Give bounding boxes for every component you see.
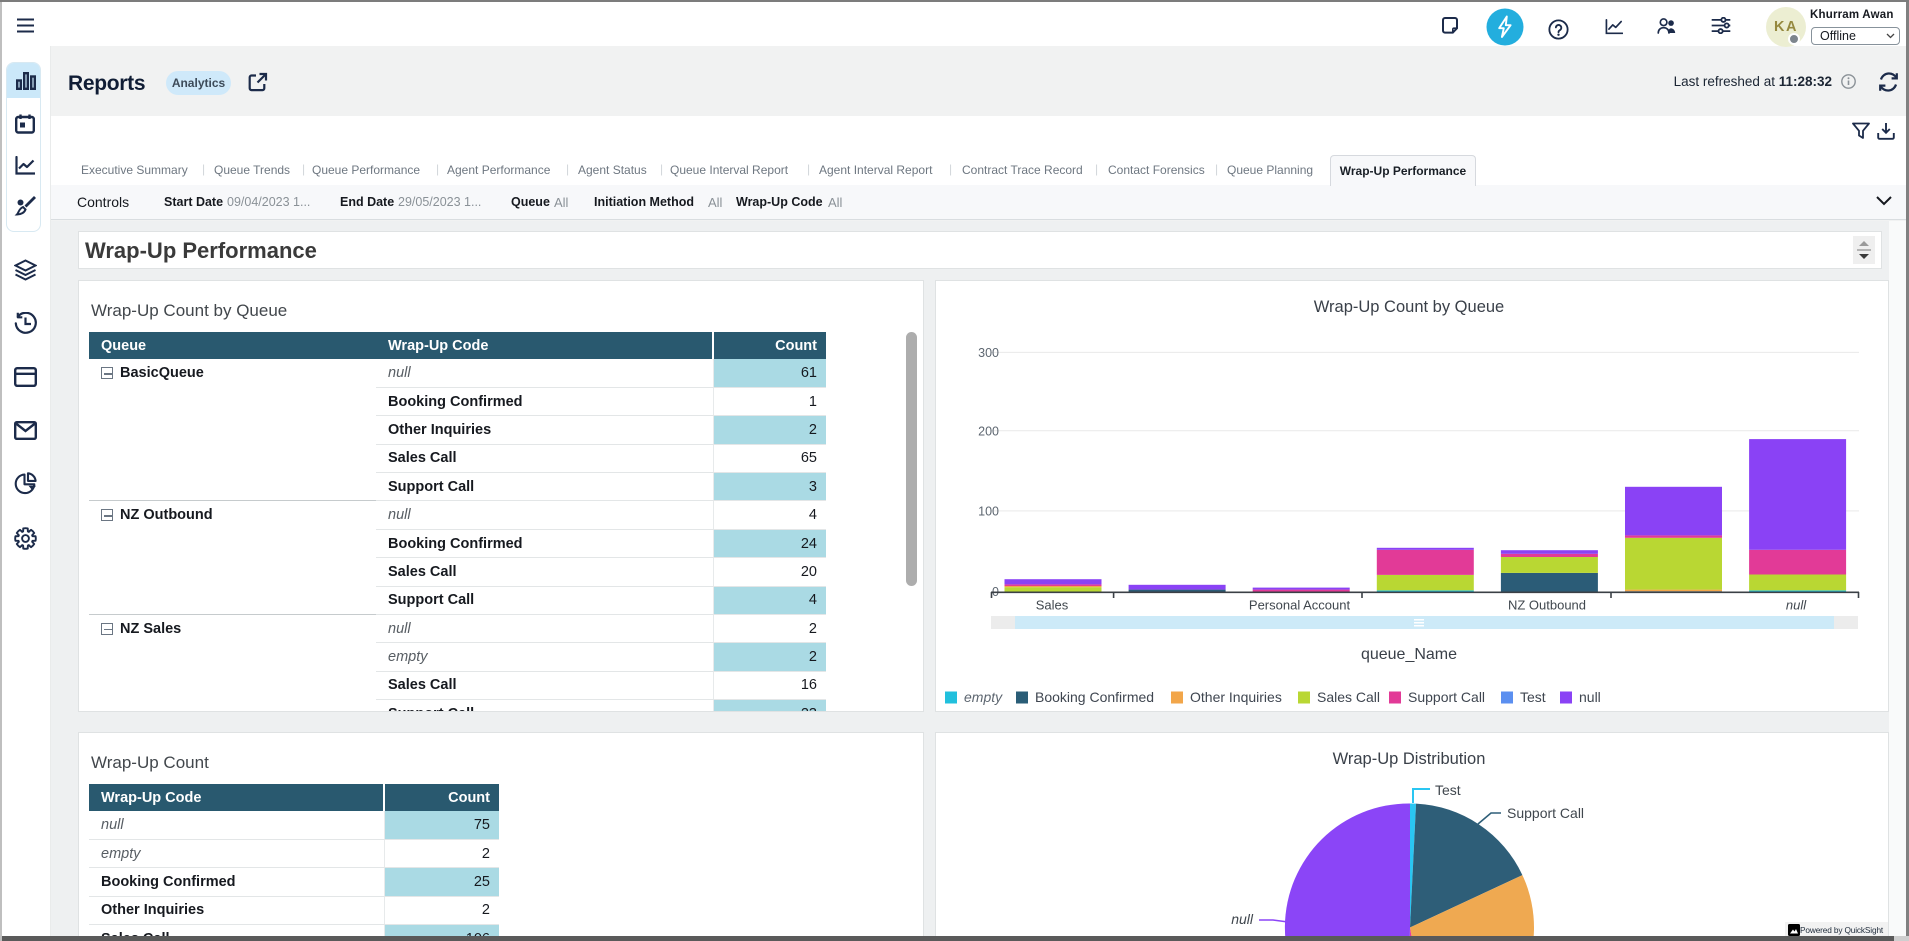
svg-text:Support Call: Support Call <box>1507 805 1584 821</box>
svg-text:Wrap-Up Count by Queue: Wrap-Up Count by Queue <box>1314 298 1504 316</box>
svg-text:null: null <box>1231 911 1254 927</box>
svg-text:empty: empty <box>964 689 1003 705</box>
svg-text:null: null <box>1579 689 1601 705</box>
svg-text:Sales Call: Sales Call <box>1317 689 1380 705</box>
svg-text:300: 300 <box>978 346 999 360</box>
svg-text:NZ Outbound: NZ Outbound <box>1508 598 1586 613</box>
svg-text:Other Inquiries: Other Inquiries <box>1190 689 1282 705</box>
svg-text:Wrap-Up Distribution: Wrap-Up Distribution <box>1333 750 1486 768</box>
svg-text:Sales: Sales <box>1036 598 1069 613</box>
svg-text:Test: Test <box>1435 782 1461 798</box>
svg-text:100: 100 <box>978 504 999 518</box>
svg-text:200: 200 <box>978 424 999 438</box>
svg-text:Test: Test <box>1520 689 1546 705</box>
svg-text:Booking Confirmed: Booking Confirmed <box>1035 689 1154 705</box>
svg-text:null: null <box>1786 598 1807 613</box>
svg-text:Support Call: Support Call <box>1408 689 1485 705</box>
svg-text:queue_Name: queue_Name <box>1361 646 1457 663</box>
svg-text:Personal Account: Personal Account <box>1249 598 1351 613</box>
